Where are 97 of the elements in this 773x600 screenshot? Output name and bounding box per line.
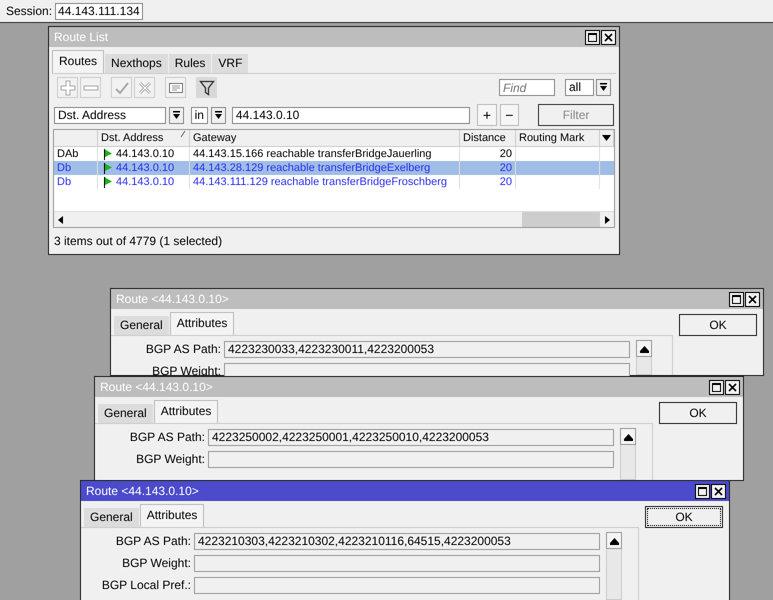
- dropdown-button[interactable]: [168, 106, 184, 124]
- field-label: BGP AS Path:: [144, 341, 221, 358]
- dst-text: 44.143.0.10: [116, 147, 174, 161]
- scrollbar[interactable]: [620, 428, 636, 480]
- scrollbar[interactable]: [54, 211, 614, 227]
- close-icon: [714, 486, 723, 496]
- field-label: BGP Weight:: [135, 451, 205, 468]
- table-cell: Db: [54, 175, 98, 189]
- dst-text: 44.143.0.10: [116, 175, 174, 189]
- tab[interactable]: Routes: [52, 50, 104, 73]
- table-cell: Db: [54, 161, 98, 175]
- tab[interactable]: General: [98, 404, 153, 423]
- sort-icon: [180, 130, 186, 138]
- window-title: Route <44.143.0.10>: [100, 379, 214, 396]
- ok-button[interactable]: OK: [659, 402, 737, 424]
- table-cell: 44.143.111.129 reachable transferBridgeFroschberg: [190, 175, 460, 189]
- close-button[interactable]: [601, 30, 616, 44]
- tab[interactable]: General: [84, 508, 139, 527]
- text-field[interactable]: [208, 450, 614, 468]
- maximize-button[interactable]: [709, 380, 724, 394]
- dropdown-icon: [172, 110, 181, 120]
- field-label: BGP Weight:: [121, 555, 191, 572]
- text-field[interactable]: [194, 554, 600, 572]
- up-arrow-icon: [624, 432, 632, 440]
- dropdown-button[interactable]: [211, 106, 226, 124]
- maximize-icon: [712, 382, 721, 392]
- remove-filter-button[interactable]: −: [500, 104, 520, 126]
- text-field[interactable]: 4223230033,4223230011,4223200053: [224, 340, 630, 358]
- close-icon: [728, 382, 737, 392]
- comment-button[interactable]: [165, 77, 186, 98]
- field-label: BGP AS Path:: [114, 533, 191, 550]
- scrollbar[interactable]: [636, 340, 652, 375]
- column-header[interactable]: Routing Mark: [516, 130, 600, 146]
- field-label: BGP AS Path:: [128, 429, 205, 446]
- ok-button[interactable]: OK: [645, 506, 723, 528]
- find-field[interactable]: Find: [499, 79, 555, 96]
- window-title: Route <44.143.0.10>: [86, 483, 200, 500]
- window-title: Route List: [54, 29, 110, 46]
- table-cell: 20: [460, 175, 516, 189]
- table-cell: 20: [460, 161, 516, 175]
- close-icon: [748, 294, 757, 304]
- filter-button[interactable]: [196, 77, 217, 98]
- check-icon: [114, 80, 130, 96]
- maximize-icon: [698, 486, 707, 496]
- tab[interactable]: VRF: [212, 54, 248, 73]
- column-header[interactable]: Distance: [460, 130, 516, 146]
- window-title: Route <44.143.0.10>: [116, 291, 230, 308]
- dropdown-button[interactable]: [596, 79, 611, 96]
- tab[interactable]: Attributes: [170, 312, 234, 335]
- dst-text: 44.143.0.10: [116, 161, 174, 175]
- field-label: BGP Local Pref.:: [100, 577, 191, 594]
- maximize-button[interactable]: [729, 292, 744, 306]
- up-arrow-icon: [640, 344, 648, 352]
- flag-icon: [104, 162, 112, 174]
- caret-icon: [602, 135, 611, 141]
- maximize-icon: [732, 294, 741, 304]
- filter-field[interactable]: Dst. Address: [54, 106, 166, 124]
- tab[interactable]: Rules: [168, 54, 212, 73]
- add-filter-button[interactable]: +: [477, 104, 497, 126]
- text-field[interactable]: 4223210303,4223210302,4223210116,64515,4223200053: [194, 532, 600, 550]
- plus-icon: [60, 80, 76, 96]
- text-field[interactable]: [194, 576, 600, 594]
- filter-value-field[interactable]: 44.143.0.10: [232, 106, 470, 124]
- close-button[interactable]: [745, 292, 760, 306]
- text-field[interactable]: 4223250002,4223250001,4223250010,4223200053: [208, 428, 614, 446]
- scope-field[interactable]: all: [565, 79, 594, 96]
- scrollbar[interactable]: [606, 532, 622, 600]
- tab[interactable]: Nexthops: [105, 54, 168, 73]
- up-arrow-icon: [610, 536, 618, 544]
- maximize-button[interactable]: [695, 484, 710, 498]
- flag-icon: [104, 148, 112, 160]
- session-field[interactable]: 44.143.111.134: [55, 2, 143, 20]
- cross-icon: [136, 80, 152, 96]
- field-label: BGP Weight:: [151, 363, 221, 380]
- table-row[interactable]: Db 44.143.0.10 44.143.111.129 reachable transferBridgeFroschberg 20: [54, 175, 614, 189]
- close-button[interactable]: [725, 380, 740, 394]
- maximize-button[interactable]: [585, 30, 600, 44]
- session-label: Session:: [6, 3, 52, 20]
- tab[interactable]: Attributes: [140, 504, 204, 527]
- scroll-thumb[interactable]: [522, 212, 600, 227]
- maximize-icon: [588, 32, 597, 42]
- close-icon: [604, 32, 613, 42]
- close-button[interactable]: [711, 484, 726, 498]
- dropdown-icon: [214, 110, 224, 120]
- filter-icon: [198, 80, 214, 96]
- ok-button[interactable]: OK: [679, 314, 757, 336]
- dropdown-icon: [599, 83, 608, 92]
- table-cell: 44.143.28.129 reachable transferBridgeExelberg: [190, 161, 460, 175]
- column-header-text: Dst. Address: [101, 131, 164, 146]
- tab[interactable]: Attributes: [154, 400, 218, 423]
- operator-field[interactable]: in: [190, 106, 208, 124]
- table-row[interactable]: Db 44.143.0.10 44.143.28.129 reachable transferBridgeExelberg 20: [54, 161, 614, 175]
- status-text: 3 items out of 4779 (1 selected): [53, 233, 224, 250]
- column-header[interactable]: Gateway: [190, 130, 460, 146]
- column-menu-button[interactable]: [600, 130, 614, 146]
- tab[interactable]: General: [114, 316, 169, 335]
- flag-icon: [104, 176, 112, 188]
